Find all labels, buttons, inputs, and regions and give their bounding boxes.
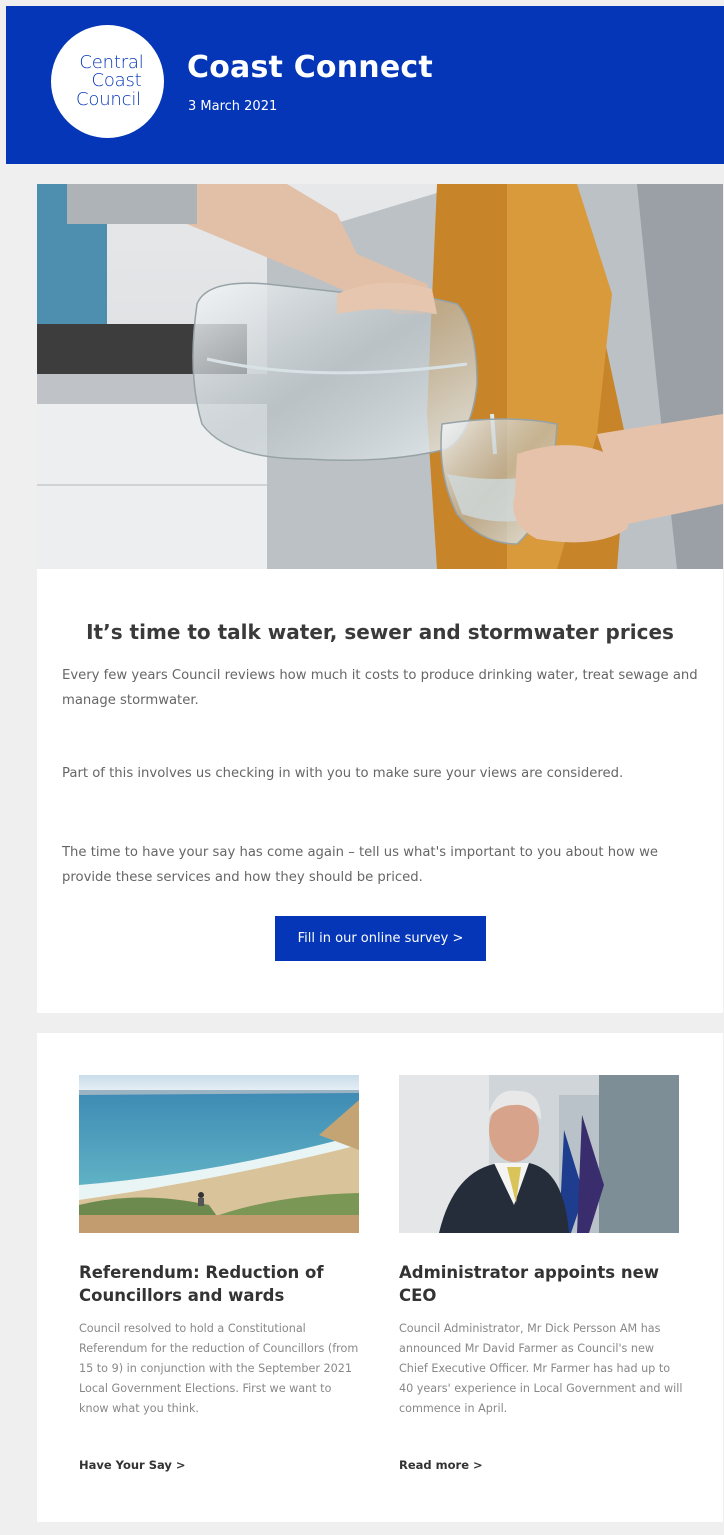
newsletter-header: Central Coast Council Coast Connect 3 Ma…: [6, 6, 724, 164]
have-your-say-link[interactable]: Have Your Say >: [79, 1458, 186, 1472]
ceo-portrait-image[interactable]: [399, 1075, 679, 1233]
article-1-title[interactable]: Referendum: Reduction of Councillors and…: [79, 1261, 364, 1307]
article-2-body: Council Administrator, Mr Dick Persson A…: [399, 1322, 683, 1415]
article-2-title[interactable]: Administrator appoints new CEO: [399, 1261, 684, 1307]
council-logo[interactable]: Central Coast Council: [51, 25, 164, 138]
logo-line-3: Council: [76, 88, 141, 110]
newsletter-date: 3 March 2021: [188, 99, 278, 114]
read-more-link[interactable]: Read more >: [399, 1458, 483, 1472]
online-survey-button[interactable]: Fill in our online survey >: [275, 916, 486, 961]
feature-card: It’s time to talk water, sewer and storm…: [37, 184, 723, 1013]
article-1-body: Council resolved to hold a Constitutiona…: [79, 1322, 359, 1415]
feature-paragraph-3: The time to have your say has come again…: [62, 845, 659, 885]
logo-line-2: Coast: [91, 70, 142, 92]
feature-heading: It’s time to talk water, sewer and storm…: [86, 620, 674, 644]
feature-paragraph-1: Every few years Council reviews how much…: [62, 668, 698, 708]
water-pouring-image: [37, 184, 723, 569]
beach-image[interactable]: [79, 1075, 359, 1233]
newsletter-title: Coast Connect: [187, 50, 433, 85]
news-card: Referendum: Reduction of Councillors and…: [37, 1033, 723, 1522]
feature-paragraph-2: Part of this involves us checking in wit…: [62, 766, 624, 781]
